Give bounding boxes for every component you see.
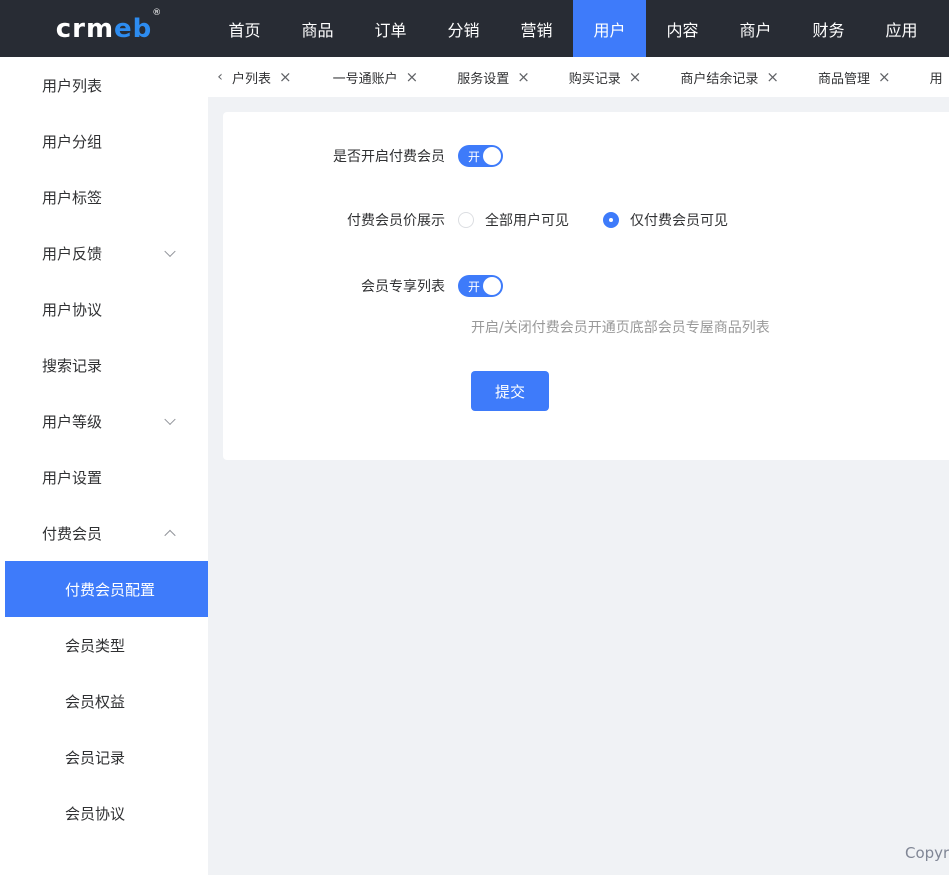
sidebar-item-user-settings[interactable]: 用户设置 xyxy=(0,449,208,505)
switch-knob xyxy=(483,277,501,295)
sidebar-item-label: 付费会员配置 xyxy=(65,580,156,599)
close-icon[interactable]: × xyxy=(279,68,292,86)
tab-label: 服务设置 xyxy=(457,71,510,87)
tab-label: 商品管理 xyxy=(817,71,870,87)
sidebar-subitem-member-records[interactable]: 会员记录 xyxy=(0,729,208,785)
enable-paid-member-switch[interactable]: 开 xyxy=(458,145,503,167)
tab-label: 用 xyxy=(929,71,943,87)
sidebar-item-label: 用户分组 xyxy=(42,132,103,151)
sidebar-subitem-member-benefits[interactable]: 会员权益 xyxy=(0,673,208,729)
tab-merchant-balance-records[interactable]: 商户结余记录 × xyxy=(680,57,779,97)
price-display-label: 付费会员价展示 xyxy=(347,213,445,229)
radio-label: 仅付费会员可见 xyxy=(630,213,728,229)
chevron-down-icon xyxy=(164,245,176,258)
radio-circle-unchecked xyxy=(458,212,474,228)
exclusive-list-hint: 开启/关闭付费会员开通页底部会员专屋商品列表 xyxy=(471,320,770,336)
sidebar-item-label: 会员协议 xyxy=(65,804,126,823)
close-icon[interactable]: × xyxy=(406,68,419,86)
chevron-left-icon[interactable]: ‹ xyxy=(210,57,230,97)
radio-paid-members-only[interactable]: 仅付费会员可见 xyxy=(603,210,728,230)
exclusive-list-label: 会员专享列表 xyxy=(361,279,445,295)
radio-label: 全部用户可见 xyxy=(485,213,569,229)
top-menu-marketing[interactable]: 营销 xyxy=(500,0,573,57)
enable-paid-member-label: 是否开启付费会员 xyxy=(333,149,445,165)
top-menu-users[interactable]: 用户 xyxy=(573,0,646,57)
settings-card: 是否开启付费会员 开 付费会员价展示 全部用户可见 仅付费会员可见 会员专享列表… xyxy=(223,112,949,460)
sidebar-item-label: 用户标签 xyxy=(42,188,103,207)
sidebar-item-label: 付费会员 xyxy=(42,524,103,543)
sidebar-item-user-feedback[interactable]: 用户反馈 xyxy=(0,225,208,281)
form-row-price-display: 付费会员价展示 全部用户可见 仅付费会员可见 xyxy=(223,208,762,232)
tab-service-settings[interactable]: 服务设置 × xyxy=(457,57,530,97)
sidebar-item-user-list[interactable]: 用户列表 xyxy=(0,57,208,113)
logo-text: crmeb ® xyxy=(55,7,163,44)
top-menu-apps[interactable]: 应用 xyxy=(865,0,938,57)
sidebar-item-search-records[interactable]: 搜索记录 xyxy=(0,337,208,393)
tab-label: 户列表 xyxy=(232,71,272,87)
sidebar-item-label: 用户列表 xyxy=(42,76,103,95)
sidebar-item-user-tags[interactable]: 用户标签 xyxy=(0,169,208,225)
top-menu-finance[interactable]: 财务 xyxy=(792,0,865,57)
copyright-text: Copyri xyxy=(905,844,949,862)
sidebar: 用户列表 用户分组 用户标签 用户反馈 用户协议 搜索记录 用户等级 用户设置 … xyxy=(0,57,208,875)
page-tabs-bar: ‹ 户列表 × 一号通账户 × 服务设置 × 购买记录 × 商户结余记录 × 商品管理 × … xyxy=(208,57,949,97)
tab-label: 商户结余记录 xyxy=(680,71,759,87)
sidebar-item-label: 用户设置 xyxy=(42,468,103,487)
sidebar-item-label: 搜索记录 xyxy=(42,356,103,375)
sidebar-item-label: 用户等级 xyxy=(42,412,103,431)
top-menu-merchants[interactable]: 商户 xyxy=(719,0,792,57)
switch-text: 开 xyxy=(468,279,481,294)
sidebar-item-user-groups[interactable]: 用户分组 xyxy=(0,113,208,169)
close-icon[interactable]: × xyxy=(766,68,779,86)
tab-label: 一号通账户 xyxy=(332,71,398,87)
radio-circle-checked xyxy=(603,212,619,228)
top-menu-home[interactable]: 首页 xyxy=(208,0,281,57)
top-menu-content[interactable]: 内容 xyxy=(646,0,719,57)
sidebar-subitem-paid-member-config[interactable]: 付费会员配置 xyxy=(5,561,208,617)
sidebar-item-user-levels[interactable]: 用户等级 xyxy=(0,393,208,449)
submit-button[interactable]: 提交 xyxy=(471,371,549,411)
top-navigation-bar: crmeb ® 首页 商品 订单 分销 营销 用户 内容 商户 财务 应用 xyxy=(0,0,949,57)
top-menu-orders[interactable]: 订单 xyxy=(354,0,427,57)
top-menu: 首页 商品 订单 分销 营销 用户 内容 商户 财务 应用 xyxy=(208,0,938,57)
sidebar-item-label: 用户反馈 xyxy=(42,244,103,263)
exclusive-list-switch[interactable]: 开 xyxy=(458,275,503,297)
sidebar-item-label: 会员类型 xyxy=(65,636,126,655)
close-icon[interactable]: × xyxy=(629,68,642,86)
sidebar-subitem-member-agreement[interactable]: 会员协议 xyxy=(0,785,208,841)
chevron-up-icon xyxy=(164,529,176,542)
top-menu-products[interactable]: 商品 xyxy=(281,0,354,57)
tab-purchase-records[interactable]: 购买记录 × xyxy=(569,57,642,97)
close-icon[interactable]: × xyxy=(517,68,530,86)
top-menu-distribution[interactable]: 分销 xyxy=(427,0,500,57)
switch-text: 开 xyxy=(468,149,481,164)
form-row-exclusive-list: 会员专享列表 开 xyxy=(223,274,503,298)
close-icon[interactable]: × xyxy=(878,68,891,86)
sidebar-subitem-member-types[interactable]: 会员类型 xyxy=(0,617,208,673)
radio-all-users[interactable]: 全部用户可见 xyxy=(458,210,569,230)
sidebar-item-label: 会员权益 xyxy=(65,692,126,711)
tab-truncated[interactable]: 用 xyxy=(930,57,943,97)
brand-logo[interactable]: crmeb ® xyxy=(0,0,208,57)
sidebar-item-label: 用户协议 xyxy=(42,300,103,319)
form-row-enable: 是否开启付费会员 开 xyxy=(223,144,503,168)
sidebar-item-label: 会员记录 xyxy=(65,748,126,767)
tab-product-management[interactable]: 商品管理 × xyxy=(818,57,891,97)
tab-user-list[interactable]: 户列表 × xyxy=(232,57,292,97)
chevron-down-icon xyxy=(164,413,176,426)
switch-knob xyxy=(483,147,501,165)
tab-label: 购买记录 xyxy=(568,71,621,87)
sidebar-item-paid-membership[interactable]: 付费会员 xyxy=(0,505,208,561)
tab-yihaotong-account[interactable]: 一号通账户 × xyxy=(333,57,419,97)
sidebar-item-user-agreement[interactable]: 用户协议 xyxy=(0,281,208,337)
